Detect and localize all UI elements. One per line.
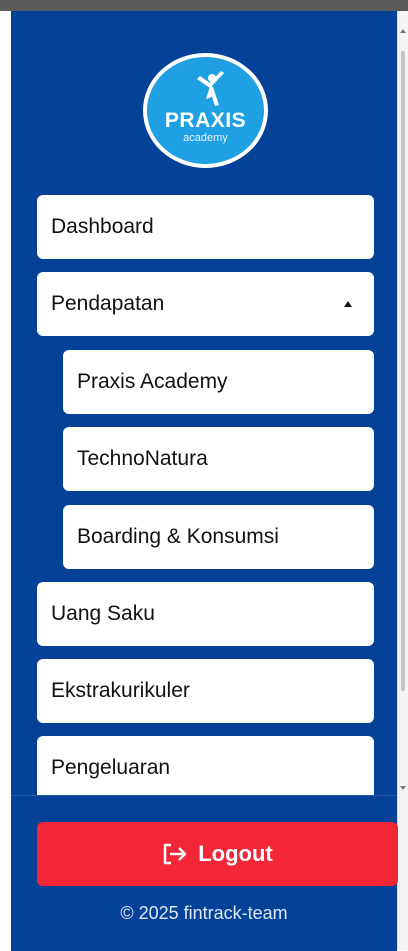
nav-item-label: Uang Saku <box>51 602 155 625</box>
scroll-up-icon[interactable] <box>400 29 406 33</box>
nav-item-label: Praxis Academy <box>77 370 228 393</box>
logo-subtitle: academy <box>183 132 228 144</box>
nav-item-label: Dashboard <box>51 215 154 238</box>
scrollbar-thumb[interactable] <box>401 51 405 691</box>
praxis-academy-logo: PRAXIS academy <box>143 53 268 168</box>
logo-wordmark: PRAXIS <box>164 109 247 132</box>
nav-item-label: Boarding & Konsumsi <box>77 525 279 548</box>
nav-item-ekstrakurikuler[interactable]: Ekstrakurikuler <box>37 659 374 723</box>
nav-item-dashboard[interactable]: Dashboard <box>37 195 374 259</box>
nav-item-uang-saku[interactable]: Uang Saku <box>37 582 374 646</box>
nav-item-label: TechnoNatura <box>77 447 208 470</box>
nav-subitem-praxis-academy[interactable]: Praxis Academy <box>63 350 374 414</box>
nav-item-pengeluaran[interactable]: Pengeluaran <box>37 736 374 800</box>
scroll-down-icon[interactable] <box>400 786 406 790</box>
nav-subitem-technonatura[interactable]: TechnoNatura <box>63 427 374 491</box>
logout-icon <box>164 843 187 865</box>
nav-item-label: Pendapatan <box>51 292 165 315</box>
copyright-text: © 2025 fintrack-team <box>120 903 288 923</box>
logout-label: Logout <box>198 841 273 866</box>
window-top-bar <box>0 0 408 11</box>
nav-item-label: Ekstrakurikuler <box>51 679 190 702</box>
scrollbar[interactable] <box>397 11 408 950</box>
nav-item-pendapatan[interactable]: Pendapatan <box>37 272 374 336</box>
nav-item-label: Pengeluaran <box>51 756 171 779</box>
person-jumping-icon <box>197 71 224 106</box>
logout-button[interactable]: Logout <box>37 822 398 886</box>
nav-subitem-boarding-konsumsi[interactable]: Boarding & Konsumsi <box>63 505 374 569</box>
caret-up-icon <box>344 301 352 307</box>
